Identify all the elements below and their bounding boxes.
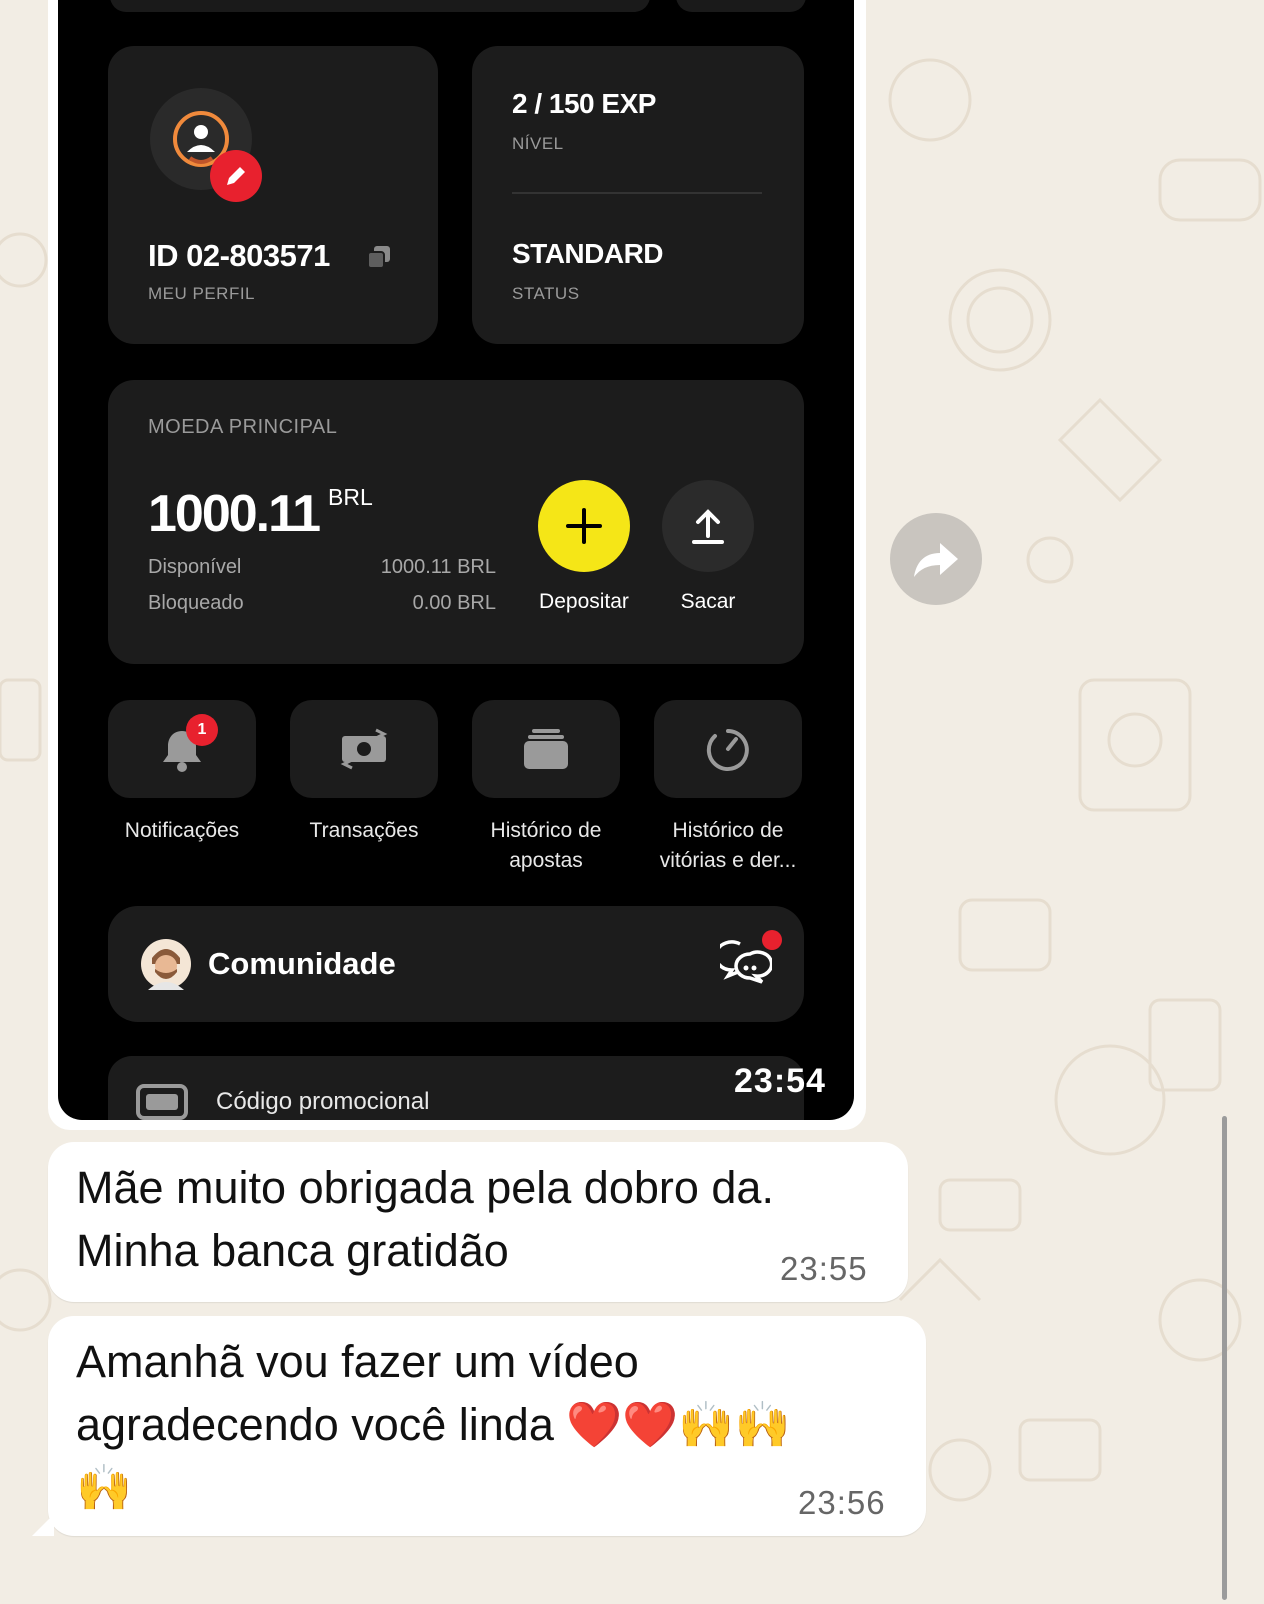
scrollbar[interactable] bbox=[1222, 1116, 1227, 1600]
blocked-label: Bloqueado bbox=[148, 592, 244, 614]
message-timestamp: 23:56 bbox=[798, 1484, 886, 1521]
forward-button[interactable] bbox=[890, 513, 982, 605]
win-loss-history-tile[interactable] bbox=[654, 700, 802, 798]
level-caption: NÍVEL bbox=[512, 134, 564, 153]
bet-history-tile[interactable] bbox=[472, 700, 620, 798]
ticket-icon bbox=[136, 1084, 188, 1120]
image-timestamp: 23:54 bbox=[734, 1062, 826, 1100]
pencil-icon bbox=[227, 167, 245, 185]
level-card: 2 / 150 EXP NÍVEL STANDARD STATUS bbox=[472, 46, 804, 344]
status-caption: STATUS bbox=[512, 284, 580, 303]
notification-count-badge: 1 bbox=[186, 714, 218, 746]
balance-amount: 1000.11 bbox=[148, 485, 321, 543]
money-exchange-icon bbox=[340, 728, 388, 770]
bubble-tail bbox=[32, 1514, 54, 1536]
message-text-line: Mãe muito obrigada pela dobro da. bbox=[76, 1162, 774, 1213]
copy-icon[interactable] bbox=[366, 244, 392, 270]
deposit-button[interactable] bbox=[538, 480, 630, 572]
message-text-line: 🙌 bbox=[76, 1462, 133, 1513]
message-timestamp: 23:55 bbox=[780, 1250, 868, 1287]
status-value: STANDARD bbox=[512, 238, 664, 269]
user-id-label: ID 02-803571 bbox=[148, 238, 330, 273]
top-bar-segment bbox=[676, 0, 806, 12]
forward-arrow-icon bbox=[914, 543, 958, 577]
message-text-line: Amanhã vou fazer um vídeo bbox=[76, 1336, 639, 1387]
stack-icon bbox=[524, 729, 568, 769]
blocked-value: 0.00 BRL bbox=[412, 592, 496, 614]
upload-arrow-icon bbox=[692, 509, 724, 544]
divider bbox=[512, 192, 762, 194]
text-message-bubble[interactable]: Mãe muito obrigada pela dobro da. Minha … bbox=[48, 1142, 908, 1302]
top-bar-segment bbox=[110, 0, 650, 12]
notifications-label[interactable]: Notificações bbox=[92, 816, 272, 846]
available-label: Disponível bbox=[148, 556, 242, 578]
promo-code-row[interactable]: Código promocional bbox=[108, 1056, 804, 1120]
community-title: Comunidade bbox=[208, 946, 396, 981]
plus-icon bbox=[566, 508, 602, 544]
message-text-line: agradecendo você linda ❤️❤️🙌🙌 bbox=[76, 1399, 791, 1450]
shared-screenshot[interactable]: ID 02-803571 MEU PERFIL 2 / 150 EXP NÍVE… bbox=[58, 0, 854, 1120]
community-avatar bbox=[141, 939, 191, 990]
exp-value: 2 / 150 EXP bbox=[512, 88, 656, 119]
text-message-bubble[interactable]: Amanhã vou fazer um vídeo agradecendo vo… bbox=[48, 1316, 926, 1536]
transactions-label[interactable]: Transações bbox=[274, 816, 454, 846]
withdraw-label[interactable]: Sacar bbox=[643, 590, 773, 614]
transactions-tile[interactable] bbox=[290, 700, 438, 798]
unread-dot bbox=[762, 930, 782, 950]
notifications-tile[interactable]: 1 bbox=[108, 700, 256, 798]
timer-icon bbox=[706, 729, 749, 771]
bet-history-label[interactable]: Histórico de apostas bbox=[456, 816, 636, 876]
deposit-label[interactable]: Depositar bbox=[519, 590, 649, 614]
balance-caption: MOEDA PRINCIPAL bbox=[148, 416, 338, 438]
message-text-line: Minha banca gratidão bbox=[76, 1225, 509, 1276]
balance-currency: BRL bbox=[328, 484, 373, 510]
promo-code-label: Código promocional bbox=[216, 1088, 430, 1115]
profile-caption: MEU PERFIL bbox=[148, 284, 256, 303]
available-value: 1000.11 BRL bbox=[380, 556, 496, 578]
edit-avatar-button[interactable] bbox=[210, 150, 262, 202]
balance-card: MOEDA PRINCIPAL 1000.11 BRL Disponível 1… bbox=[108, 380, 804, 664]
withdraw-button[interactable] bbox=[662, 480, 754, 572]
chat-icon[interactable] bbox=[720, 940, 772, 990]
profile-card[interactable]: ID 02-803571 MEU PERFIL bbox=[108, 46, 438, 344]
win-loss-history-label[interactable]: Histórico de vitórias e der... bbox=[638, 816, 818, 876]
community-bar[interactable]: Comunidade bbox=[108, 906, 804, 1022]
